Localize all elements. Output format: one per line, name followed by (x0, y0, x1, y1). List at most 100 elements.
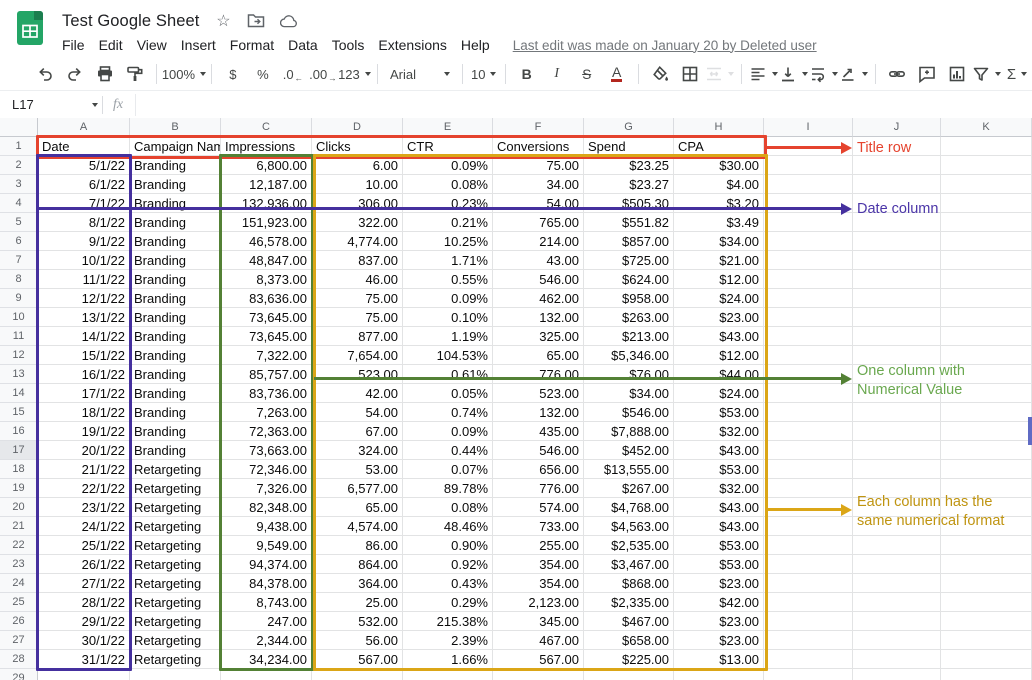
cell-B15[interactable]: Branding (130, 403, 221, 422)
cell-K3[interactable] (941, 175, 1032, 194)
cell-E29[interactable] (403, 669, 493, 680)
document-title[interactable]: Test Google Sheet (62, 12, 199, 31)
cell-E6[interactable]: 10.25% (403, 232, 493, 251)
cell-I13[interactable] (764, 365, 853, 384)
cell-D12[interactable]: 7,654.00 (312, 346, 403, 365)
cell-H21[interactable]: $43.00 (674, 517, 764, 536)
cell-D1[interactable]: Clicks (312, 137, 403, 156)
cell-A28[interactable]: 31/1/22 (38, 650, 130, 669)
cell-A1[interactable]: Date (38, 137, 130, 156)
cell-K2[interactable] (941, 156, 1032, 175)
cell-E18[interactable]: 0.07% (403, 460, 493, 479)
cell-A9[interactable]: 12/1/22 (38, 289, 130, 308)
cell-G2[interactable]: $23.25 (584, 156, 674, 175)
paint-format-button[interactable] (120, 62, 150, 86)
insert-link-button[interactable] (882, 62, 912, 86)
cell-A16[interactable]: 19/1/22 (38, 422, 130, 441)
cell-E24[interactable]: 0.43% (403, 574, 493, 593)
cell-I29[interactable] (764, 669, 853, 680)
cell-A21[interactable]: 24/1/22 (38, 517, 130, 536)
print-button[interactable] (90, 62, 120, 86)
row-header-1[interactable]: 1 (0, 137, 38, 156)
cell-G8[interactable]: $624.00 (584, 270, 674, 289)
row-header-11[interactable]: 11 (0, 327, 38, 346)
cell-E15[interactable]: 0.74% (403, 403, 493, 422)
cell-A26[interactable]: 29/1/22 (38, 612, 130, 631)
cell-J18[interactable] (853, 460, 941, 479)
cell-F5[interactable]: 765.00 (493, 213, 584, 232)
row-header-28[interactable]: 28 (0, 650, 38, 669)
format-currency-button[interactable]: $ (218, 62, 248, 86)
cell-H29[interactable] (674, 669, 764, 680)
cell-I14[interactable] (764, 384, 853, 403)
cell-I20[interactable] (764, 498, 853, 517)
cell-J14[interactable] (853, 384, 941, 403)
cell-J19[interactable] (853, 479, 941, 498)
row-header-26[interactable]: 26 (0, 612, 38, 631)
cell-H3[interactable]: $4.00 (674, 175, 764, 194)
cell-B26[interactable]: Retargeting (130, 612, 221, 631)
cell-G14[interactable]: $34.00 (584, 384, 674, 403)
cell-D13[interactable]: 523.00 (312, 365, 403, 384)
row-header-29[interactable]: 29 (0, 669, 38, 680)
cell-B23[interactable]: Retargeting (130, 555, 221, 574)
cell-H18[interactable]: $53.00 (674, 460, 764, 479)
cell-J9[interactable] (853, 289, 941, 308)
cell-F20[interactable]: 574.00 (493, 498, 584, 517)
cell-I1[interactable] (764, 137, 853, 156)
cell-A20[interactable]: 23/1/22 (38, 498, 130, 517)
cell-C9[interactable]: 83,636.00 (221, 289, 312, 308)
cell-J10[interactable] (853, 308, 941, 327)
cell-G29[interactable] (584, 669, 674, 680)
column-header-J[interactable]: J (853, 118, 941, 137)
cell-C20[interactable]: 82,348.00 (221, 498, 312, 517)
cell-C18[interactable]: 72,346.00 (221, 460, 312, 479)
cell-E27[interactable]: 2.39% (403, 631, 493, 650)
cell-B17[interactable]: Branding (130, 441, 221, 460)
cell-B3[interactable]: Branding (130, 175, 221, 194)
cell-I7[interactable] (764, 251, 853, 270)
cell-G9[interactable]: $958.00 (584, 289, 674, 308)
row-header-22[interactable]: 22 (0, 536, 38, 555)
cell-E8[interactable]: 0.55% (403, 270, 493, 289)
cell-K22[interactable] (941, 536, 1032, 555)
cell-E4[interactable]: 0.23% (403, 194, 493, 213)
cell-A2[interactable]: 5/1/22 (38, 156, 130, 175)
column-header-A[interactable]: A (38, 118, 130, 137)
cell-B22[interactable]: Retargeting (130, 536, 221, 555)
cell-J20[interactable] (853, 498, 941, 517)
cell-C3[interactable]: 12,187.00 (221, 175, 312, 194)
zoom-button[interactable]: 100% (163, 62, 205, 86)
cell-D20[interactable]: 65.00 (312, 498, 403, 517)
column-header-D[interactable]: D (312, 118, 403, 137)
cell-K5[interactable] (941, 213, 1032, 232)
cell-C19[interactable]: 7,326.00 (221, 479, 312, 498)
cell-D28[interactable]: 567.00 (312, 650, 403, 669)
cell-A10[interactable]: 13/1/22 (38, 308, 130, 327)
cell-C15[interactable]: 7,263.00 (221, 403, 312, 422)
row-header-12[interactable]: 12 (0, 346, 38, 365)
cell-B14[interactable]: Branding (130, 384, 221, 403)
cell-C17[interactable]: 73,663.00 (221, 441, 312, 460)
cell-C26[interactable]: 247.00 (221, 612, 312, 631)
cell-F3[interactable]: 34.00 (493, 175, 584, 194)
row-header-16[interactable]: 16 (0, 422, 38, 441)
cell-K13[interactable] (941, 365, 1032, 384)
cell-H24[interactable]: $23.00 (674, 574, 764, 593)
cell-B29[interactable] (130, 669, 221, 680)
row-header-14[interactable]: 14 (0, 384, 38, 403)
cell-F8[interactable]: 546.00 (493, 270, 584, 289)
cell-F13[interactable]: 776.00 (493, 365, 584, 384)
cell-K18[interactable] (941, 460, 1032, 479)
cell-I3[interactable] (764, 175, 853, 194)
cell-D26[interactable]: 532.00 (312, 612, 403, 631)
cell-J7[interactable] (853, 251, 941, 270)
cell-D8[interactable]: 46.00 (312, 270, 403, 289)
cell-F26[interactable]: 345.00 (493, 612, 584, 631)
insert-chart-button[interactable] (942, 62, 972, 86)
cell-C29[interactable] (221, 669, 312, 680)
cell-K11[interactable] (941, 327, 1032, 346)
bold-button[interactable]: B (512, 62, 542, 86)
cell-B18[interactable]: Retargeting (130, 460, 221, 479)
cell-D22[interactable]: 86.00 (312, 536, 403, 555)
